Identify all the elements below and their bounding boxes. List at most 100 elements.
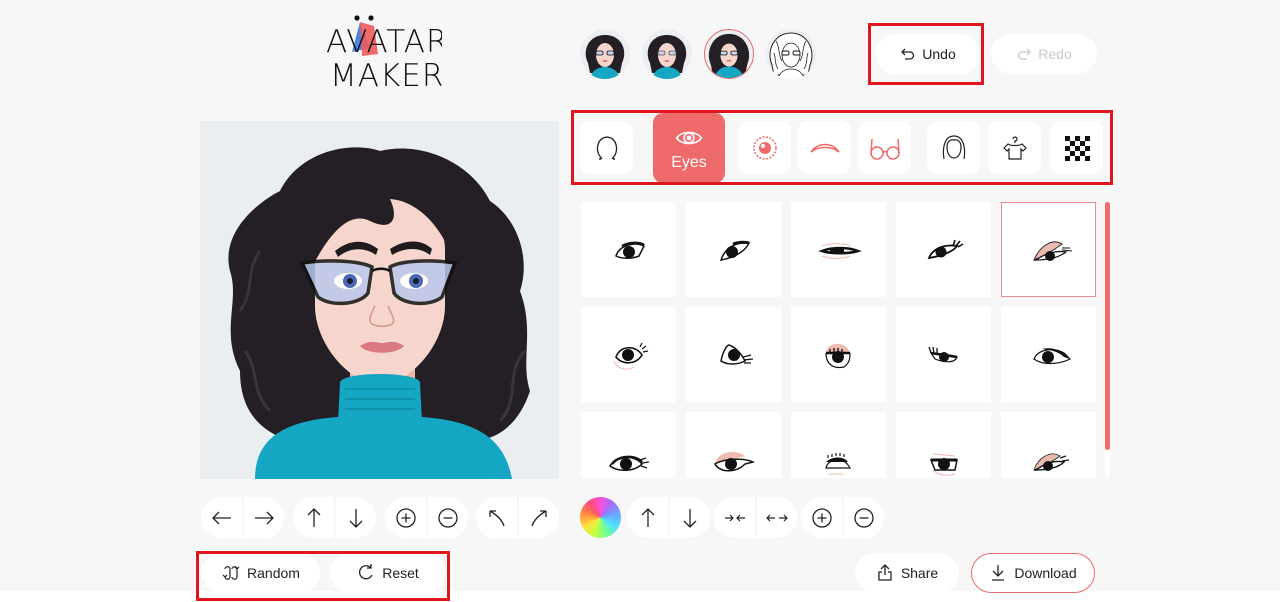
eye-option-2[interactable]: [686, 202, 781, 297]
tab-eyes-label: Eyes: [671, 154, 707, 171]
arrow-down-icon: [349, 508, 362, 528]
eye-option-7[interactable]: [686, 307, 781, 402]
scale-up-button[interactable]: [385, 497, 426, 538]
eye-option-12[interactable]: [686, 412, 781, 478]
random-button[interactable]: Random: [202, 553, 320, 593]
eye-style-icon: [613, 342, 648, 369]
part-up-button[interactable]: [627, 497, 668, 538]
avatar-illustration: [228, 147, 530, 479]
reset-button[interactable]: Reset: [330, 553, 446, 593]
eye-option-14[interactable]: [896, 412, 991, 478]
redo-button[interactable]: Redo: [991, 34, 1097, 74]
history-avatar-1[interactable]: [580, 29, 630, 79]
color-picker-button[interactable]: [580, 497, 621, 538]
move-left-button[interactable]: [201, 497, 242, 538]
tab-face-shape[interactable]: [580, 121, 633, 174]
avatar-history: [580, 29, 816, 79]
eye-option-13[interactable]: [791, 412, 886, 478]
eye-option-3[interactable]: [791, 202, 886, 297]
scale-down-button[interactable]: [426, 497, 467, 538]
eye-option-4[interactable]: [896, 202, 991, 297]
tab-background[interactable]: [1050, 121, 1103, 174]
share-icon: [878, 564, 892, 581]
arrow-right-icon: [254, 511, 274, 524]
zoom-in-icon: [395, 507, 416, 528]
face-outline-icon: [596, 135, 617, 160]
hair-icon: [942, 134, 965, 159]
eye-icon: [675, 131, 703, 145]
history-avatar-4[interactable]: [766, 29, 816, 79]
download-label: Download: [1014, 565, 1077, 581]
eye-option-1[interactable]: [581, 202, 676, 297]
move-right-button[interactable]: [242, 497, 283, 538]
avatar-thumbnail-icon: [647, 35, 687, 79]
arrow-up-icon: [641, 507, 654, 527]
arrow-down-icon: [683, 508, 696, 528]
rotate-left-button[interactable]: [476, 497, 517, 538]
reset-label: Reset: [382, 565, 419, 581]
download-icon: [992, 565, 1005, 581]
rotate-left-icon: [488, 509, 505, 526]
eye-option-5-selected[interactable]: [1001, 202, 1096, 297]
options-scrollbar[interactable]: [1105, 202, 1110, 478]
eye-option-11[interactable]: [581, 412, 676, 478]
undo-label: Undo: [922, 46, 956, 62]
move-up-button[interactable]: [293, 497, 334, 538]
tab-eyes[interactable]: Eyes: [653, 113, 725, 183]
widen-spacing-button[interactable]: [755, 497, 796, 538]
move-down-button[interactable]: [334, 497, 375, 538]
history-avatar-3-current[interactable]: [704, 29, 754, 79]
glasses-icon: [869, 138, 900, 160]
eye-style-icon: [719, 343, 753, 365]
logo-line-1: AVATAR: [326, 24, 442, 60]
eye-style-icon: [824, 452, 851, 474]
random-label: Random: [247, 565, 300, 581]
rotate-right-button[interactable]: [517, 497, 558, 538]
avatar-preview: [200, 121, 559, 479]
spacing-group: [714, 497, 797, 538]
tab-hair[interactable]: [927, 121, 980, 174]
tab-iris[interactable]: [738, 121, 791, 174]
tab-eyebrows[interactable]: [798, 121, 851, 174]
history-avatar-2[interactable]: [642, 29, 692, 79]
download-button[interactable]: Download: [971, 553, 1095, 593]
rotate-right-icon: [530, 509, 547, 526]
narrow-spacing-button[interactable]: [714, 497, 755, 538]
redo-label: Redo: [1038, 46, 1072, 62]
avatar-thumbnail-icon: [769, 32, 813, 79]
eye-style-icon: [1032, 453, 1069, 471]
eye-option-8[interactable]: [791, 307, 886, 402]
zoom-in-icon: [811, 507, 832, 528]
move-vertical-group: [293, 497, 376, 538]
scale-group: [385, 497, 468, 538]
eye-style-icon: [817, 242, 862, 259]
shirt-hanger-icon: [1002, 135, 1027, 160]
arrow-left-icon: [211, 511, 231, 524]
tab-glasses[interactable]: [858, 121, 911, 174]
part-scale-group: [801, 497, 884, 538]
arrow-up-icon: [307, 507, 320, 527]
part-scale-up-button[interactable]: [801, 497, 842, 538]
checkerboard-icon: [1064, 135, 1090, 161]
tab-clothes[interactable]: [988, 121, 1041, 174]
eye-style-icon: [614, 241, 645, 259]
undo-button[interactable]: Undo: [876, 34, 980, 74]
eye-style-icon: [713, 451, 755, 471]
part-scale-down-button[interactable]: [842, 497, 883, 538]
eye-style-icon: [824, 343, 851, 368]
eye-option-9[interactable]: [896, 307, 991, 402]
zoom-out-icon: [437, 507, 458, 528]
undo-icon: [901, 48, 915, 60]
eye-option-15[interactable]: [1001, 412, 1096, 478]
eye-style-icon: [927, 346, 958, 362]
iris-icon: [752, 135, 777, 160]
zoom-out-icon: [853, 507, 874, 528]
share-button[interactable]: Share: [855, 553, 959, 593]
eye-option-10[interactable]: [1001, 307, 1096, 402]
eye-option-6[interactable]: [581, 307, 676, 402]
eye-options-grid: [581, 202, 1097, 478]
part-down-button[interactable]: [668, 497, 709, 538]
move-horizontal-group: [201, 497, 284, 538]
options-scrollbar-thumb[interactable]: [1105, 202, 1110, 450]
eye-style-icon: [719, 240, 750, 261]
